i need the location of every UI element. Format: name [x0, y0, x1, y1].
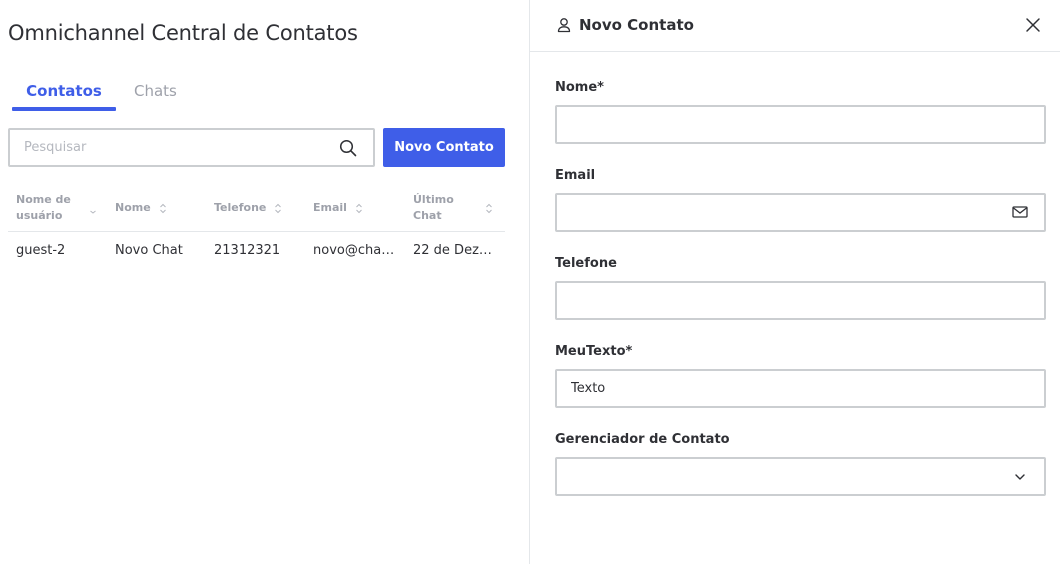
panel-title: Novo Contato — [579, 16, 694, 34]
table-header: Nome de usuário Nome Telefone Email Últi… — [8, 186, 505, 232]
name-field-box — [555, 105, 1046, 144]
sort-icon[interactable] — [89, 203, 97, 214]
sort-icon — [355, 203, 362, 213]
column-header-email-label: Email — [313, 201, 347, 214]
contact-manager-value[interactable] — [557, 459, 1044, 494]
contact-manager-select[interactable] — [555, 457, 1046, 496]
column-header-name[interactable]: Nome — [115, 200, 167, 216]
new-contact-panel: Novo Contato Nome* Email Telefone MeuTex… — [530, 0, 1060, 564]
custom-text-field[interactable] — [557, 371, 1044, 406]
tab-chats[interactable]: Chats — [134, 82, 177, 100]
cell-phone: 21312321 — [214, 243, 281, 258]
tabs: Contatos Chats — [12, 82, 212, 112]
cell-email: novo@chat.com — [313, 243, 395, 258]
new-contact-button[interactable]: Novo Contato — [383, 128, 505, 167]
column-header-username-line2: usuário — [16, 209, 63, 222]
cell-last-chat: 22 de Dezembro — [413, 243, 493, 258]
panel-header: Novo Contato — [530, 0, 1060, 52]
name-field[interactable] — [557, 107, 1044, 142]
phone-field[interactable] — [557, 283, 1044, 318]
page-title: Omnichannel Central de Contatos — [8, 21, 358, 45]
column-header-username-line1: Nome de — [16, 193, 71, 206]
email-field-box — [555, 193, 1046, 232]
chevron-down-icon[interactable] — [1014, 471, 1026, 483]
phone-label: Telefone — [555, 256, 617, 271]
email-field[interactable] — [557, 195, 1044, 230]
column-header-username[interactable]: Nome de usuário — [16, 192, 71, 224]
sort-icon[interactable] — [485, 203, 493, 214]
column-header-last-chat[interactable]: Último Chat — [413, 192, 454, 224]
column-header-name-label: Nome — [115, 201, 151, 214]
mail-icon — [1012, 206, 1028, 218]
custom-text-label: MeuTexto* — [555, 344, 633, 359]
column-header-phone[interactable]: Telefone — [214, 200, 282, 216]
phone-field-box — [555, 281, 1046, 320]
tab-contatos-label: Contatos — [26, 82, 102, 100]
contacts-panel: Omnichannel Central de Contatos Contatos… — [0, 0, 530, 564]
search-box — [8, 128, 375, 167]
contacts-table: Nome de usuário Nome Telefone Email Últi… — [8, 186, 505, 270]
column-header-email[interactable]: Email — [313, 200, 363, 216]
cell-name: Novo Chat — [115, 243, 183, 258]
column-header-phone-label: Telefone — [214, 201, 267, 214]
custom-text-field-box — [555, 369, 1046, 408]
tab-active-indicator — [12, 107, 116, 111]
search-icon[interactable] — [339, 139, 357, 157]
sort-icon — [159, 203, 166, 213]
search-input[interactable] — [10, 130, 330, 165]
table-row[interactable]: guest-2 Novo Chat 21312321 novo@chat.com… — [8, 232, 505, 270]
name-label: Nome* — [555, 80, 604, 95]
column-header-last-chat-line1: Último — [413, 193, 454, 206]
close-icon[interactable] — [1024, 16, 1042, 34]
sort-icon — [275, 203, 282, 213]
user-icon — [557, 18, 571, 33]
column-header-last-chat-line2: Chat — [413, 209, 442, 222]
cell-username: guest-2 — [16, 243, 66, 258]
tab-contatos[interactable]: Contatos — [12, 82, 116, 111]
contact-manager-label: Gerenciador de Contato — [555, 432, 730, 447]
email-label: Email — [555, 168, 596, 183]
